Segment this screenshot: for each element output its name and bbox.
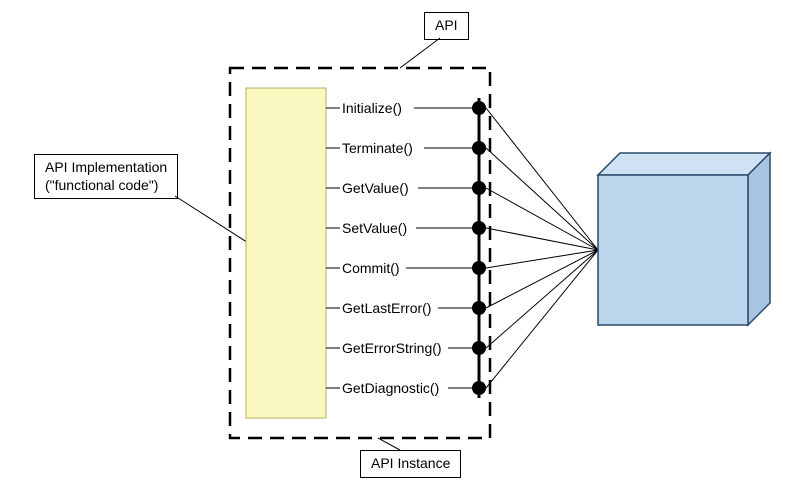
yellow-impl-box (246, 88, 326, 418)
port-initialize (472, 101, 486, 115)
port-setvalue (472, 221, 486, 235)
port-getvalue (472, 181, 486, 195)
port-terminate (472, 141, 486, 155)
sco-cube-top (598, 153, 770, 175)
method-hlines (326, 108, 479, 388)
sco-cube-front (598, 175, 748, 325)
port-geterrorstring (472, 341, 486, 355)
connector-api (400, 38, 440, 68)
port-getlasterror (472, 301, 486, 315)
connector-api-instance (378, 438, 400, 450)
sco-converge-lines (486, 108, 598, 388)
sco-cube (598, 153, 770, 325)
port-commit (472, 261, 486, 275)
sco-cube-side (748, 153, 770, 325)
diagram-stage: API API Implementation ("functional code… (0, 0, 800, 502)
port-getdiagnostic (472, 381, 486, 395)
diagram-svg (0, 0, 800, 502)
